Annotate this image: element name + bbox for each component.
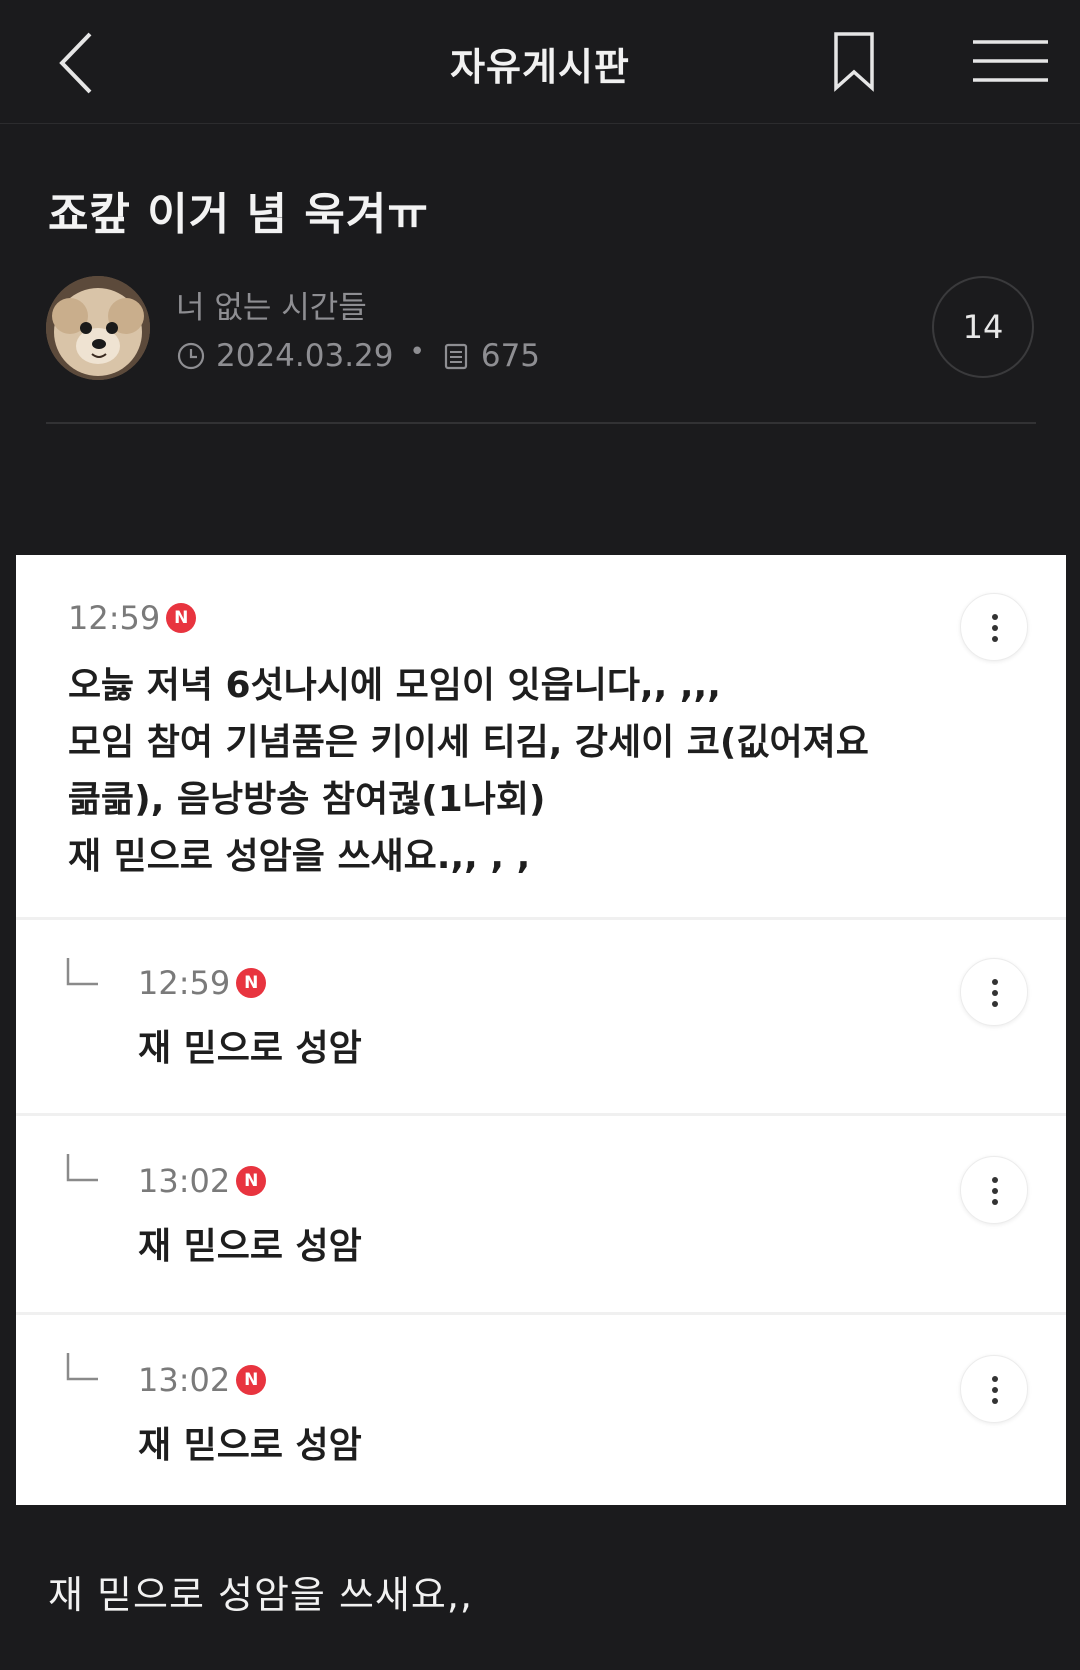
embedded-screenshot: 12:59 N 오늟 저녁 6섯나시에 모임이 잇읍니다,, ,,, 모임 참여…	[16, 555, 1066, 1505]
comment-text: 오늟 저녁 6섯나시에 모임이 잇읍니다,, ,,, 모임 참여 기념품은 키이…	[68, 665, 869, 877]
bookmark-icon	[834, 32, 874, 92]
comment-text: 재 믿으로 성암	[138, 1425, 362, 1466]
post-title: 죠캎 이거 념 욱겨ㅠ	[48, 189, 429, 240]
bookmark-button[interactable]	[828, 30, 884, 92]
new-badge: N	[236, 1166, 267, 1196]
post-body-text: 재 믿으로 성암을 쓰새요,,	[48, 1573, 473, 1617]
comment-time: 12:59	[138, 964, 231, 1002]
reply-item: 13:02 N 재 믿으로 성암	[16, 1116, 1066, 1315]
comment-time-row: 12:59 N	[138, 964, 267, 1002]
new-badge: N	[236, 1365, 267, 1395]
more-options-icon	[960, 593, 1028, 661]
author-name[interactable]: 너 없는 시간들	[176, 282, 367, 327]
dog-avatar-image	[46, 276, 150, 380]
comment-time: 13:02	[138, 1361, 231, 1399]
comment-count-button[interactable]: 14	[932, 276, 1034, 378]
reply-arrow-icon	[66, 1353, 98, 1381]
view-count: 675	[480, 338, 541, 374]
reply-arrow-icon	[66, 958, 98, 986]
clock-icon	[177, 342, 205, 370]
comment-text: 재 믿으로 성암	[138, 1226, 362, 1267]
comment-time-row: 13:02 N	[138, 1162, 267, 1200]
comment-time-row: 13:02 N	[138, 1361, 267, 1399]
menu-button[interactable]	[968, 36, 1052, 86]
post-meta: 2024.03.29 • 675	[176, 337, 541, 374]
comment-item: 12:59 N 오늟 저녁 6섯나시에 모임이 잇읍니다,, ,,, 모임 참여…	[16, 555, 1066, 920]
more-options-icon	[960, 958, 1028, 1026]
reply-item: 13:02 N 재 믿으로 성암	[16, 1315, 1066, 1505]
post-date: 2024.03.29	[216, 338, 394, 374]
comment-text: 재 믿으로 성암	[138, 1028, 362, 1069]
new-badge: N	[236, 968, 267, 998]
author-avatar[interactable]	[46, 276, 150, 380]
document-icon	[444, 343, 467, 370]
new-badge: N	[166, 603, 197, 633]
hamburger-menu-icon	[973, 40, 1048, 82]
more-options-icon	[960, 1156, 1028, 1224]
reply-arrow-icon	[66, 1154, 98, 1182]
more-options-icon	[960, 1355, 1028, 1423]
board-title: 자유게시판	[450, 45, 630, 89]
comment-time: 13:02	[138, 1162, 231, 1200]
comment-time-row: 12:59 N	[68, 599, 197, 637]
top-app-bar: 자유게시판	[0, 0, 1080, 124]
reply-item: 12:59 N 재 믿으로 성암	[16, 920, 1066, 1116]
meta-separator: •	[409, 337, 425, 367]
header-divider	[46, 422, 1036, 424]
comment-time: 12:59	[68, 599, 161, 637]
